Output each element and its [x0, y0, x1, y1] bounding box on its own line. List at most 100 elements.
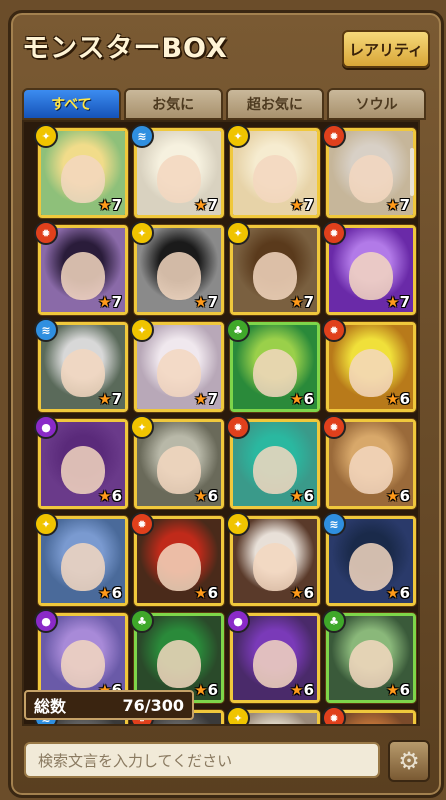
star-icon: ★: [194, 293, 208, 311]
star-icon: ★: [386, 293, 400, 311]
monster-cell[interactable]: ♣ ★6: [130, 609, 224, 703]
search-input[interactable]: 検索文言を入力してください: [24, 742, 380, 778]
rarity-stars: ★6: [290, 390, 314, 408]
star-count: 7: [207, 293, 218, 311]
monster-cell[interactable]: ✦ ★6: [34, 512, 128, 606]
monster-cell[interactable]: ●★6: [34, 415, 128, 509]
rarity-stars: ★6: [386, 681, 410, 699]
search-placeholder: 検索文言を入力してください: [38, 751, 233, 770]
attribute-light-icon: ✦: [226, 221, 250, 245]
monster-cell[interactable]: ●★6: [34, 609, 128, 703]
star-icon: ★: [98, 487, 112, 505]
attribute-light-icon: ✦: [130, 415, 154, 439]
attribute-fire-icon: ✹: [322, 221, 346, 245]
star-icon: ★: [290, 390, 304, 408]
star-icon: ★: [194, 487, 208, 505]
monster-cell[interactable]: ≋ ★7: [34, 318, 128, 412]
attribute-fire-icon: ✹: [322, 706, 346, 724]
star-count: 6: [399, 390, 410, 408]
star-icon: ★: [290, 487, 304, 505]
attribute-wood-icon: ♣: [322, 609, 346, 633]
monster-cell[interactable]: ✹ ★7: [322, 221, 416, 315]
star-count: 6: [303, 584, 314, 602]
star-count: 7: [111, 196, 122, 214]
star-icon: ★: [98, 293, 112, 311]
monster-cell[interactable]: ✦ ★7: [226, 221, 320, 315]
rarity-stars: ★7: [194, 293, 218, 311]
settings-gear-button[interactable]: ⚙: [388, 740, 430, 782]
monster-cell[interactable]: ✹ ★6: [322, 318, 416, 412]
monster-cell[interactable]: ✦ ★7: [130, 221, 224, 315]
star-count: 7: [111, 390, 122, 408]
monster-cell[interactable]: ≋ ★7: [130, 124, 224, 218]
star-count: 6: [207, 584, 218, 602]
star-icon: ★: [98, 390, 112, 408]
monster-cell[interactable]: ✹ ★7: [34, 221, 128, 315]
star-icon: ★: [386, 390, 400, 408]
star-icon: ★: [386, 584, 400, 602]
star-count: 6: [207, 681, 218, 699]
rarity-stars: ★6: [290, 681, 314, 699]
attribute-light-icon: ✦: [226, 512, 250, 536]
star-icon: ★: [194, 390, 208, 408]
monster-cell[interactable]: ✹ ★7: [322, 124, 416, 218]
monster-cell[interactable]: ✹: [322, 706, 416, 724]
count-label: 総数: [34, 697, 67, 716]
star-icon: ★: [386, 681, 400, 699]
monster-cell[interactable]: ≋ ★6: [322, 512, 416, 606]
attribute-light-icon: ✦: [226, 124, 250, 148]
monster-cell[interactable]: ✦ ★6: [130, 415, 224, 509]
star-icon: ★: [290, 681, 304, 699]
star-count: 6: [111, 584, 122, 602]
monster-cell[interactable]: ✹ ★6: [130, 512, 224, 606]
rarity-stars: ★7: [98, 293, 122, 311]
star-icon: ★: [194, 681, 208, 699]
attribute-fire-icon: ✹: [130, 512, 154, 536]
rarity-stars: ★7: [194, 196, 218, 214]
scrollbar[interactable]: [410, 148, 414, 196]
rarity-stars: ★7: [290, 293, 314, 311]
tab-all[interactable]: すべて: [22, 88, 121, 120]
tab-soul[interactable]: ソウル: [327, 88, 426, 120]
monster-grid: ✦ ★7 ≋ ★7 ✦ ★7 ✹ ★7 ✹ ★7 ✦ ★7 ✦ ★7 ✹ ★7 ≋ ★7 ✦ ★7 ♣ ★6 ✹ ★6 ● ★6 ✦…: [34, 124, 416, 724]
attribute-wood-icon: ♣: [130, 609, 154, 633]
star-icon: ★: [290, 584, 304, 602]
monster-cell[interactable]: ♣ ★6: [226, 318, 320, 412]
star-count: 6: [303, 681, 314, 699]
attribute-fire-icon: ✹: [322, 318, 346, 342]
rarity-stars: ★6: [194, 487, 218, 505]
rarity-stars: ★7: [386, 196, 410, 214]
attribute-fire-icon: ✹: [322, 415, 346, 439]
star-count: 6: [303, 390, 314, 408]
monster-cell[interactable]: ✹ ★6: [226, 415, 320, 509]
attribute-wood-icon: ♣: [226, 318, 250, 342]
rarity-stars: ★6: [290, 584, 314, 602]
attribute-light-icon: ✦: [34, 124, 58, 148]
rarity-stars: ★6: [194, 584, 218, 602]
monster-cell[interactable]: ♣ ★6: [322, 609, 416, 703]
rarity-sort-button[interactable]: レアリティ: [342, 30, 430, 68]
monster-cell[interactable]: ✦: [226, 706, 320, 724]
tab-favorites[interactable]: お気に: [123, 88, 223, 120]
monster-grid-area: ✦ ★7 ≋ ★7 ✦ ★7 ✹ ★7 ✹ ★7 ✦ ★7 ✦ ★7 ✹ ★7 ≋ ★7 ✦ ★7 ♣ ★6 ✹ ★6 ● ★6 ✦…: [22, 120, 420, 726]
attribute-light-icon: ✦: [34, 512, 58, 536]
star-count: 6: [207, 487, 218, 505]
monster-cell[interactable]: ✹ ★6: [322, 415, 416, 509]
star-icon: ★: [98, 196, 112, 214]
attribute-water-icon: ≋: [322, 512, 346, 536]
monster-cell[interactable]: ✦ ★7: [34, 124, 128, 218]
attribute-fire-icon: ✹: [34, 221, 58, 245]
star-count: 7: [207, 196, 218, 214]
gear-icon: ⚙: [398, 747, 420, 775]
attribute-fire-icon: ✹: [226, 415, 250, 439]
rarity-stars: ★7: [98, 390, 122, 408]
monster-cell[interactable]: ✦ ★7: [130, 318, 224, 412]
monster-cell[interactable]: ●★6: [226, 609, 320, 703]
attribute-dark-icon: ●: [34, 609, 58, 633]
monster-cell[interactable]: ✦ ★6: [226, 512, 320, 606]
attribute-light-icon: ✦: [226, 706, 250, 724]
monster-cell[interactable]: ✦ ★7: [226, 124, 320, 218]
star-icon: ★: [290, 293, 304, 311]
star-count: 7: [399, 196, 410, 214]
tab-super-favorites[interactable]: 超お気に: [225, 88, 325, 120]
